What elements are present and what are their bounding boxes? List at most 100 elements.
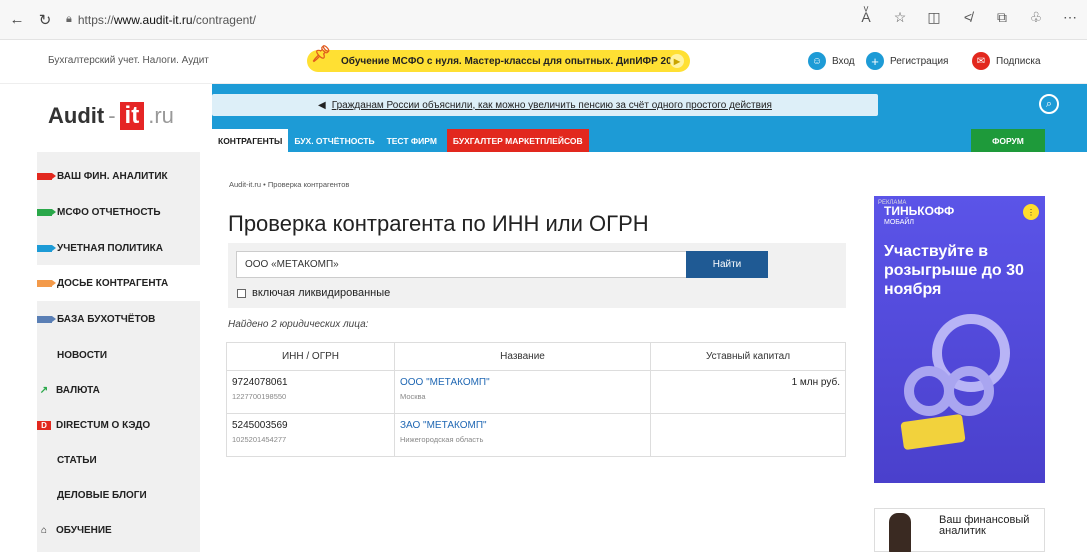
logo-part3: .ru: [148, 103, 174, 128]
login-label: Вход: [832, 55, 855, 67]
back-icon[interactable]: ←: [6, 9, 28, 31]
tab-marketplace-accountant[interactable]: БУХГАЛТЕР МАРКЕТПЛЕЙСОВ: [446, 129, 589, 152]
ad-banner[interactable]: РЕКЛАМА ТИНЬКОФФ МОБАЙЛ ⋮ Участвуйте в р…: [874, 196, 1045, 483]
search-icon[interactable]: ⌕: [1039, 94, 1059, 114]
results-table: ИНН / ОГРН Название Уставный капитал 972…: [226, 342, 846, 457]
ad-ring-graphic: [944, 366, 994, 416]
sidebar-label: ОБУЧЕНИЕ: [56, 524, 112, 536]
site-logo[interactable]: Audit - it .ru: [48, 102, 174, 130]
sim-card-graphic: [900, 413, 966, 451]
logo-part2: it: [119, 102, 145, 130]
url-path: /contragent/: [192, 12, 256, 27]
promo-text: Обучение МСФО с нуля. Мастер-классы для …: [341, 55, 683, 67]
analyst-figure-icon: [889, 513, 911, 552]
promo-banner[interactable]: 📌︎ Обучение МСФО с нуля. Мастер-классы д…: [307, 46, 690, 72]
read-aloud-icon[interactable]: Aͮ: [857, 9, 875, 26]
sidebar-label: ВАШ ФИН. АНАЛИТИК: [57, 170, 168, 182]
mail-icon: ✉: [972, 52, 990, 70]
ogrn-value: 1227700198550: [232, 392, 287, 401]
table-header-row: ИНН / ОГРН Название Уставный капитал: [226, 342, 846, 371]
tag-icon: [37, 315, 56, 323]
sidebar-item-blogs[interactable]: ДЕЛОВЫЕ БЛОГИ: [37, 477, 200, 513]
company-link[interactable]: ЗАО "МЕТАКОМП": [400, 420, 487, 431]
chart-icon: ↗: [39, 384, 49, 396]
subscribe-link[interactable]: ✉ Подписка: [972, 52, 1041, 70]
breadcrumb[interactable]: Audit-it.ru • Проверка контрагентов: [229, 180, 349, 189]
sidebar-item-ifrs[interactable]: МСФО ОТЧЕТНОСТЬ: [37, 194, 200, 230]
sidebar-item-reports-base[interactable]: БАЗА БУХОТЧЁТОВ: [37, 301, 200, 337]
sidebar-item-articles[interactable]: СТАТЬИ: [37, 442, 200, 478]
split-screen-icon[interactable]: ◫: [925, 9, 943, 26]
sidebar-item-policy[interactable]: УЧЕТНАЯ ПОЛИТИКА: [37, 230, 200, 266]
ad-menu-icon[interactable]: ⋮: [1023, 204, 1039, 220]
browser-toolbar: ← ↻ 🔒︎ https:// www.audit-it.ru /contrag…: [0, 0, 1087, 40]
sidebar-item-dossier[interactable]: ДОСЬЕ КОНТРАГЕНТА: [37, 265, 200, 301]
sidebar-item-directum[interactable]: D DIRECTUM О КЭДО: [37, 407, 200, 443]
cell-capital: 1 млн руб.: [650, 370, 846, 414]
sidebar-label: ДОСЬЕ КОНТРАГЕНТА: [57, 277, 169, 289]
company-link[interactable]: ООО "МЕТАКОМП": [400, 377, 490, 388]
found-count: Найдено 2 юридических лица:: [228, 319, 369, 330]
login-link[interactable]: ☺ Вход: [808, 52, 855, 70]
tab-reports[interactable]: БУХ. ОТЧЁТНОСТЬ: [288, 129, 380, 152]
sidebar-label: DIRECTUM О КЭДО: [56, 419, 151, 431]
search-input[interactable]: ООО «МЕТАКОМП»: [236, 251, 688, 278]
ad-headline: Участвуйте в розыгрыше до 30 ноября: [884, 243, 1024, 298]
site-topbar: Бухгалтерский учет. Налоги. Аудит 📌︎ Обу…: [0, 40, 1087, 84]
analyst-text: Ваш финансовый аналитик: [939, 514, 1030, 537]
tag-icon: [37, 244, 56, 252]
cell-inn: 9724078061 1227700198550: [226, 370, 395, 414]
region-value: Москва: [400, 392, 426, 401]
url-prefix: https://: [77, 12, 114, 27]
sidebar-label: УЧЕТНАЯ ПОЛИТИКА: [57, 242, 163, 254]
liquidated-checkbox-row[interactable]: включая ликвидированные: [237, 287, 390, 299]
cell-name: ЗАО "МЕТАКОМП" Нижегородская область: [394, 413, 651, 457]
sidebar-item-news[interactable]: НОВОСТИ: [37, 337, 200, 373]
lock-icon: 🔒︎: [66, 13, 72, 25]
more-icon[interactable]: ⋯: [1061, 9, 1079, 26]
url-host: www.audit-it.ru: [113, 12, 193, 27]
play-icon: ▶: [670, 54, 684, 68]
cell-inn: 5245003569 1025201454277: [226, 413, 395, 457]
liquidated-checkbox-label: включая ликвидированные: [252, 287, 391, 299]
sidebar-label: ДЕЛОВЫЕ БЛОГИ: [57, 489, 147, 501]
analyst-promo[interactable]: Ваш финансовый аналитик: [874, 508, 1045, 552]
ad-brand-sub: МОБАЙЛ: [884, 219, 915, 226]
subscribe-label: Подписка: [996, 55, 1041, 67]
find-button[interactable]: Найти: [686, 251, 768, 278]
collections-icon[interactable]: ⧉: [993, 9, 1011, 26]
favorites-icon[interactable]: ≮: [959, 9, 977, 26]
sidebar-label: ВАЛЮТА: [56, 384, 100, 396]
directum-icon: D: [37, 420, 51, 430]
logo-sep: -: [108, 103, 116, 128]
tab-counterparties[interactable]: КОНТРАГЕНТЫ: [212, 129, 289, 152]
reload-icon[interactable]: ↻: [34, 9, 56, 31]
sidebar-item-education[interactable]: ⌂ ОБУЧЕНИЕ: [37, 512, 200, 548]
table-row: 9724078061 1227700198550 ООО "МЕТАКОМП" …: [226, 370, 846, 414]
address-bar[interactable]: 🔒︎ https:// www.audit-it.ru /contragent/: [66, 7, 256, 33]
region-value: Нижегородская область: [400, 435, 484, 444]
megaphone-icon: ◀: [318, 99, 326, 111]
inn-value: 9724078061: [232, 377, 288, 388]
sidebar-item-currency[interactable]: ↗ ВАЛЮТА: [37, 372, 200, 408]
user-icon: ☺: [808, 52, 826, 70]
sidebar-item-analyst[interactable]: ВАШ ФИН. АНАЛИТИК: [37, 158, 200, 194]
liquidated-checkbox[interactable]: [237, 288, 246, 298]
tab-firm-test[interactable]: ТЕСТ ФИРМ: [381, 129, 443, 152]
register-link[interactable]: + Регистрация: [866, 52, 948, 70]
cell-capital: [650, 413, 846, 457]
sidebar-label: НОВОСТИ: [57, 349, 108, 361]
favorite-star-icon[interactable]: ☆: [891, 9, 909, 26]
sidebar-label: БАЗА БУХОТЧЁТОВ: [57, 313, 156, 325]
cell-name: ООО "МЕТАКОМП" Москва: [394, 370, 651, 414]
notice-text: Гражданам России объяснили, как можно ув…: [331, 99, 772, 111]
extensions-icon[interactable]: ♧: [1027, 9, 1045, 26]
header-name: Название: [394, 342, 651, 371]
forum-button[interactable]: ФОРУМ: [971, 129, 1045, 152]
ogrn-value: 1025201454277: [232, 435, 287, 444]
tag-icon: [37, 172, 56, 180]
main-header: ◀ Гражданам России объяснили, как можно …: [212, 84, 1087, 152]
ad-brand: ТИНЬКОФФ МОБАЙЛ: [884, 205, 954, 228]
news-notice[interactable]: ◀ Гражданам России объяснили, как можно …: [212, 94, 878, 116]
page-title: Проверка контрагента по ИНН или ОГРН: [228, 211, 649, 236]
